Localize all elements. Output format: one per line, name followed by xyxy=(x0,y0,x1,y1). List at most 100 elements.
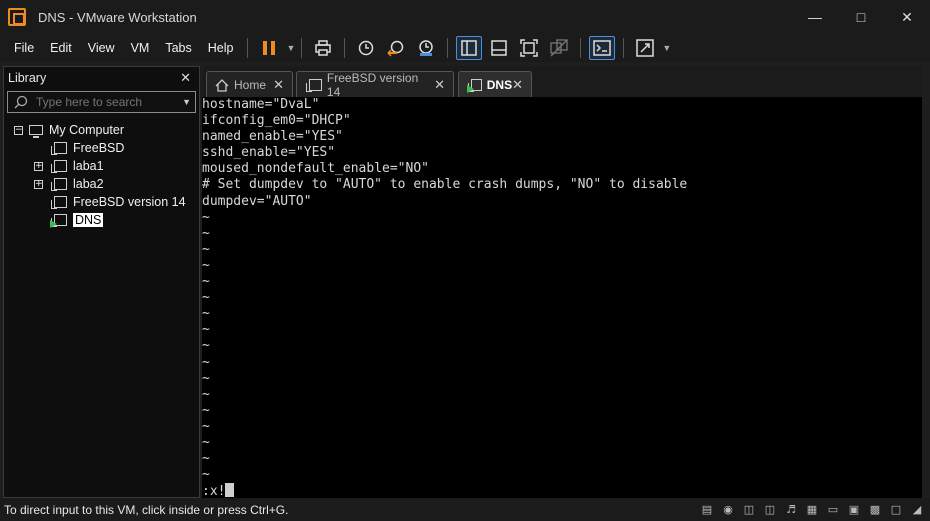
tab-label: Home xyxy=(234,78,267,92)
menu-help[interactable]: Help xyxy=(200,34,242,62)
stretch-guest-button[interactable] xyxy=(632,36,658,60)
console-line: moused_nondefault_enable="NO" xyxy=(202,161,429,177)
library-search[interactable]: ▼ xyxy=(7,91,196,113)
console-line: ~ xyxy=(202,467,210,483)
revert-snapshot-button[interactable] xyxy=(383,36,409,60)
toolbar-divider xyxy=(623,38,625,58)
tree-item-label: My Computer xyxy=(49,123,125,137)
message-log-icon[interactable]: □ xyxy=(887,501,905,518)
tree-item-my-computer[interactable]: − My Computer xyxy=(4,121,199,139)
print-icon xyxy=(315,40,332,56)
console-text: hostname="DvaL" ifconfig_em0="DHCP" name… xyxy=(202,97,922,498)
tab-close-icon[interactable]: ✕ xyxy=(273,77,284,93)
floppy-icon[interactable]: ▣ xyxy=(845,501,863,518)
tree-item-label: DNS xyxy=(73,213,104,227)
console-line: ~ xyxy=(202,418,210,434)
full-screen-button[interactable] xyxy=(516,36,542,60)
printer-icon[interactable]: ▦ xyxy=(803,501,821,518)
console-line: ~ xyxy=(202,354,210,370)
console-line: ~ xyxy=(202,451,210,467)
menu-toolbar: File Edit View VM Tabs Help ▼ ▼ xyxy=(0,34,930,62)
menu-vm[interactable]: VM xyxy=(123,34,158,62)
network-adapter-icon[interactable]: ◫ xyxy=(740,501,758,518)
snapshot-icon xyxy=(359,40,374,56)
menu-tabs[interactable]: Tabs xyxy=(157,34,199,62)
expand-icon[interactable]: + xyxy=(34,161,43,171)
library-tree: − My Computer FreeBSD + laba1 + laba2 Fr… xyxy=(4,121,199,229)
menu-file[interactable]: File xyxy=(0,34,42,62)
tab-strip: Home ✕ FreeBSD version 14 ✕ DNS ✕ xyxy=(203,66,922,99)
take-snapshot-button[interactable] xyxy=(353,36,379,60)
console-view-button[interactable] xyxy=(589,36,616,60)
toolbar-divider xyxy=(247,38,249,58)
usb-icon[interactable]: ◫ xyxy=(761,501,779,518)
tree-item-label: FreeBSD version 14 xyxy=(73,195,186,209)
send-ctrl-alt-del-button[interactable] xyxy=(310,36,336,60)
tree-item-laba1[interactable]: + laba1 xyxy=(4,157,199,175)
camera-icon[interactable]: ▩ xyxy=(866,501,884,518)
library-search-input[interactable] xyxy=(36,95,176,109)
collapse-icon[interactable]: − xyxy=(14,125,23,135)
unity-button[interactable] xyxy=(546,36,572,60)
expand-icon[interactable]: + xyxy=(34,179,43,189)
stretch-dropdown-icon[interactable]: ▼ xyxy=(662,43,671,53)
status-message: To direct input to this VM, click inside… xyxy=(4,502,289,517)
vm-icon xyxy=(306,79,322,92)
running-icon xyxy=(467,85,474,93)
console-line: ~ xyxy=(202,274,210,290)
tab-label: FreeBSD version 14 xyxy=(326,71,419,99)
close-button[interactable]: ✕ xyxy=(884,0,930,34)
display-icon[interactable]: ▭ xyxy=(824,501,842,518)
vm-icon xyxy=(51,178,67,191)
search-dropdown-icon[interactable]: ▼ xyxy=(182,97,191,107)
window-title: DNS - VMware Workstation xyxy=(38,9,197,25)
console-line: ~ xyxy=(202,370,210,386)
console-line: hostname="DvaL" xyxy=(202,97,320,112)
maximize-button[interactable]: □ xyxy=(838,0,884,34)
menu-edit[interactable]: Edit xyxy=(42,34,80,62)
sound-card-icon[interactable]: ♬ xyxy=(782,501,800,518)
hard-disk-icon[interactable]: ▤ xyxy=(698,501,716,518)
unity-icon xyxy=(550,39,569,57)
show-thumbnail-bar-button[interactable] xyxy=(486,36,512,60)
toolbar-divider xyxy=(447,38,449,58)
tab-home[interactable]: Home ✕ xyxy=(206,71,293,98)
console-line: ~ xyxy=(202,290,210,306)
resize-grip-icon[interactable]: ◢ xyxy=(908,501,926,518)
tab-dns[interactable]: DNS ✕ xyxy=(458,71,532,98)
toolbar-divider xyxy=(580,38,582,58)
show-library-button[interactable] xyxy=(456,36,483,60)
vm-console[interactable]: hostname="DvaL" ifconfig_em0="DHCP" name… xyxy=(202,97,922,498)
pause-icon xyxy=(263,41,276,55)
console-line: sshd_enable="YES" xyxy=(202,145,336,161)
home-icon xyxy=(215,78,229,92)
console-command: :x! xyxy=(202,484,226,498)
tab-label: DNS xyxy=(486,78,513,92)
toolbar-divider xyxy=(344,38,346,58)
pause-button[interactable] xyxy=(256,36,282,60)
vm-icon xyxy=(51,142,67,155)
minimize-button[interactable]: — xyxy=(792,0,838,34)
snapshot-manager-button[interactable] xyxy=(413,36,439,60)
console-line: ~ xyxy=(202,338,210,354)
console-line: ~ xyxy=(202,306,210,322)
tree-item-dns[interactable]: DNS xyxy=(4,211,199,229)
tab-freebsd-version-14[interactable]: FreeBSD version 14 ✕ xyxy=(296,71,454,99)
tree-item-laba2[interactable]: + laba2 xyxy=(4,175,199,193)
tree-item-label: FreeBSD xyxy=(73,141,125,155)
vmware-logo-icon xyxy=(8,8,26,26)
library-view-icon xyxy=(461,40,478,56)
pause-dropdown-icon[interactable]: ▼ xyxy=(286,43,295,53)
library-close-icon[interactable]: ✕ xyxy=(180,70,191,86)
window-controls: — □ ✕ xyxy=(792,0,930,34)
cd-dvd-icon[interactable]: ◉ xyxy=(719,501,737,518)
snapshot-manager-icon xyxy=(419,40,434,56)
console-cursor xyxy=(225,483,235,498)
tab-close-icon[interactable]: ✕ xyxy=(512,77,523,93)
tab-close-icon[interactable]: ✕ xyxy=(434,77,445,93)
vm-icon xyxy=(51,196,67,209)
menu-view[interactable]: View xyxy=(80,34,123,62)
tree-item-freebsd[interactable]: FreeBSD xyxy=(4,139,199,157)
vm-running-icon xyxy=(467,79,482,93)
tree-item-freebsd-version-14[interactable]: FreeBSD version 14 xyxy=(4,193,199,211)
